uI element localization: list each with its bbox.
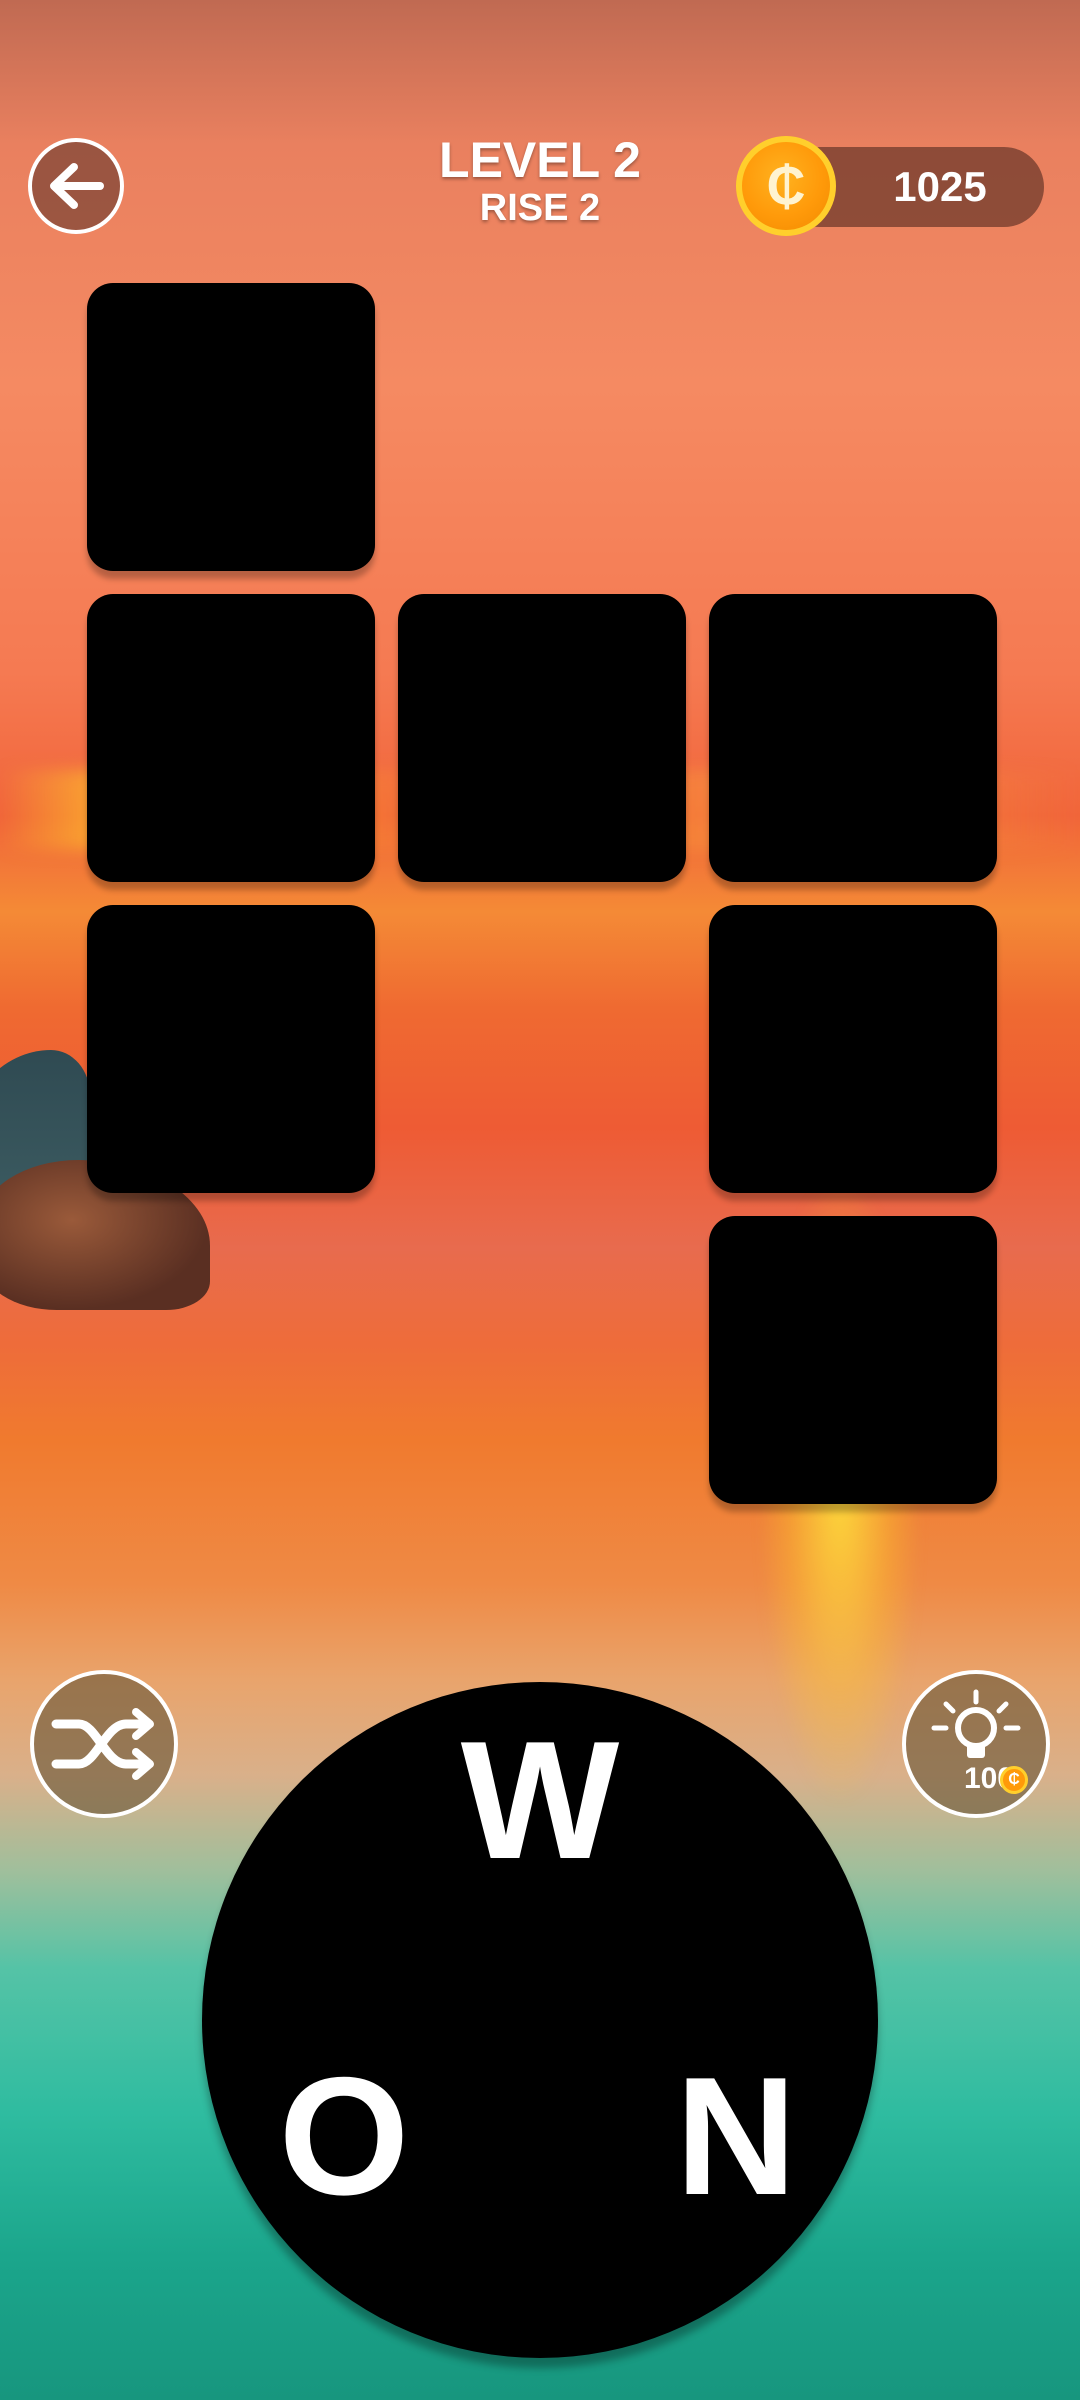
hint-coin-icon: ₵	[1000, 1766, 1028, 1794]
shuffle-button[interactable]	[30, 1670, 178, 1818]
level-title: LEVEL 2	[439, 132, 641, 188]
grid-tile	[87, 283, 375, 571]
grid-tile	[709, 594, 997, 882]
grid-tile	[87, 594, 375, 882]
grid-tile	[87, 905, 375, 1193]
coin-balance: 1025	[893, 163, 987, 210]
wheel-letter[interactable]: N	[636, 2052, 836, 2220]
wheel-letter[interactable]: W	[440, 1716, 640, 1884]
level-subtitle: RISE 2	[479, 187, 601, 229]
letter-wheel[interactable]: W O N	[202, 1682, 878, 2358]
back-button[interactable]	[28, 138, 124, 234]
grid-tile	[709, 1216, 997, 1504]
shuffle-icon	[51, 1708, 154, 1780]
grid-tile	[398, 594, 686, 882]
wheel-letter[interactable]: O	[244, 2052, 444, 2220]
arrow-left-icon	[50, 163, 104, 209]
coin-icon: ₵	[736, 136, 836, 236]
grid-tile	[709, 905, 997, 1193]
